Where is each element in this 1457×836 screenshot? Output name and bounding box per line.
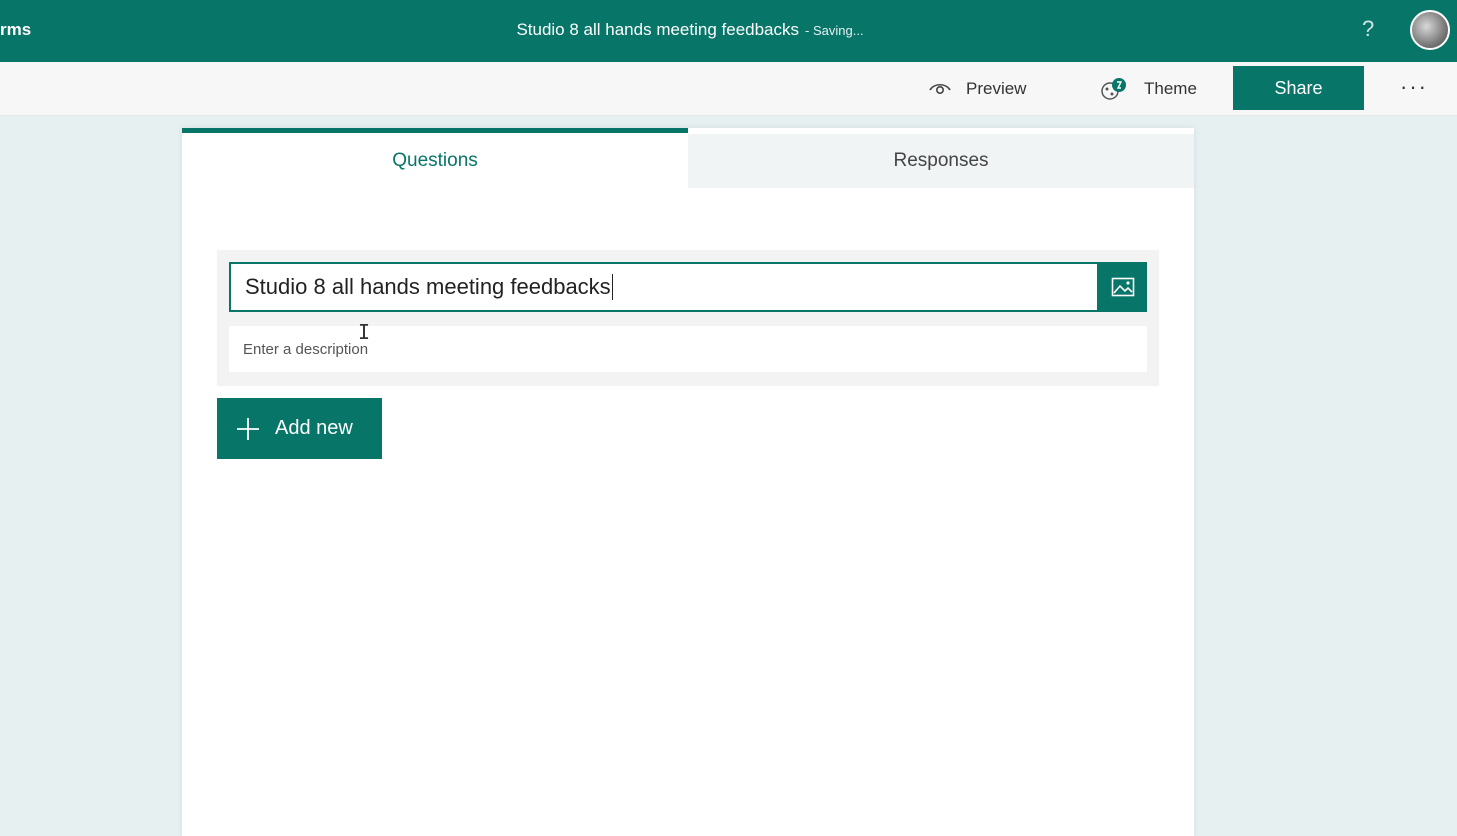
palette-icon	[1101, 78, 1126, 100]
eye-icon	[929, 83, 951, 95]
save-status: - Saving...	[805, 23, 864, 38]
ellipsis-icon[interactable]: ···	[1400, 74, 1428, 100]
theme-label: Theme	[1144, 79, 1197, 98]
image-icon	[1111, 277, 1135, 297]
top-bar: rms Studio 8 all hands meeting feedbacks…	[0, 0, 1457, 62]
text-caret	[611, 274, 613, 300]
help-icon[interactable]: ?	[1362, 16, 1374, 42]
description-placeholder: Enter a description	[243, 340, 369, 358]
preview-label: Preview	[966, 79, 1027, 98]
add-new-button[interactable]: Add new	[217, 398, 382, 459]
avatar[interactable]	[1410, 10, 1450, 50]
form-title-input[interactable]: Studio 8 all hands meeting feedbacks	[229, 262, 1099, 312]
form-card: Questions Responses Studio 8 all hands m…	[182, 128, 1194, 836]
form-header: Studio 8 all hands meeting feedbacks Ent…	[217, 250, 1159, 386]
insert-image-button[interactable]	[1099, 262, 1147, 312]
share-button[interactable]: Share	[1233, 66, 1364, 110]
form-title-text: Studio 8 all hands meeting feedbacks	[245, 274, 611, 299]
tab-questions[interactable]: Questions	[182, 128, 688, 188]
command-bar: Preview Theme Share ···	[0, 62, 1457, 116]
preview-button[interactable]: Preview	[928, 62, 1026, 116]
document-title: Studio 8 all hands meeting feedbacks	[516, 20, 800, 39]
text-cursor-icon: I	[358, 320, 371, 344]
plus-icon	[237, 417, 259, 440]
theme-button[interactable]: Theme	[1098, 62, 1197, 116]
tab-bar: Questions Responses	[182, 128, 1194, 188]
document-title-area: Studio 8 all hands meeting feedbacks - Sa…	[0, 20, 1380, 40]
tab-responses[interactable]: Responses	[688, 134, 1194, 188]
add-new-label: Add new	[275, 417, 353, 439]
